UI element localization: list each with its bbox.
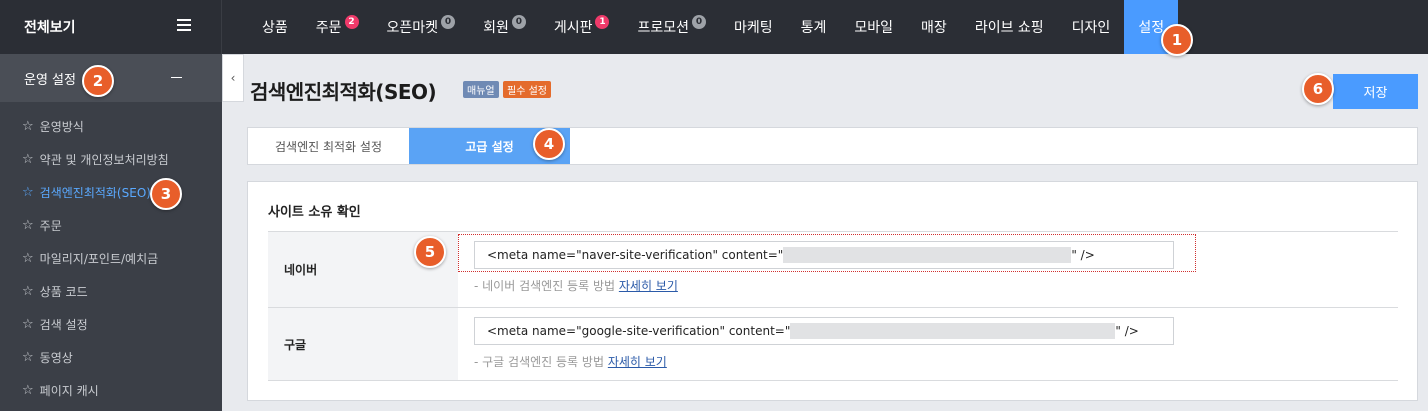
sidebar-item-label: 상품 코드 [39,285,88,299]
tab-seo-settings[interactable]: 검색엔진 최적화 설정 [248,128,409,164]
star-icon[interactable]: ☆ [22,185,34,200]
sidebar-item-label: 약관 및 개인정보처리방침 [39,153,169,167]
site-verification-panel: 사이트 소유 확인 네이버 <meta name="naver-site-ver… [247,181,1418,401]
sidebar-item-order[interactable]: ☆ 주문 [0,209,222,242]
nav-label: 게시판 [553,20,593,36]
nav-label: 마케팅 [734,20,773,36]
sidebar-item-label: 검색 설정 [39,318,88,332]
nav-label: 회원 [483,20,509,36]
callout-5: 5 [414,236,446,268]
nav-label: 통계 [800,20,827,36]
collapse-minus-icon[interactable] [171,77,182,78]
help-text: - 네이버 검색엔진 등록 방법 [474,279,616,293]
nav-label: 상품 [262,20,288,36]
all-menu-toggle[interactable]: 전체보기 [0,0,222,54]
nav-item-members[interactable]: 회원 0 [469,0,540,54]
star-icon[interactable]: ☆ [22,119,34,134]
star-icon[interactable]: ☆ [22,350,34,365]
google-label: 구글 [268,308,458,380]
manual-badge[interactable]: 매뉴얼 [463,81,499,98]
top-navigation-bar: 전체보기 상품 주문 2 오픈마켓 0 회원 0 게시판 1 프로모션 0 마케팅 통계 … [0,0,1428,54]
sidebar-collapse-button[interactable]: ‹ [222,54,244,102]
chevron-left-icon[interactable]: ‹ [231,71,236,85]
page-title: 검색엔진최적화(SEO) [250,80,437,104]
sidebar-item-terms-privacy[interactable]: ☆ 약관 및 개인정보처리방침 [0,143,222,176]
nav-label: 매장 [921,20,947,36]
tab-bar: 검색엔진 최적화 설정 고급 설정 [247,127,1418,165]
sidebar-item-label: 페이지 캐시 [39,384,99,398]
highlight-box [458,234,1196,272]
meta-prefix: <meta name="google-site-verification" co… [487,324,791,338]
nav-item-design[interactable]: 디자인 [1058,0,1125,54]
sidebar-item-label: 운영방식 [39,120,84,134]
sidebar-item-operation-mode[interactable]: ☆ 운영방식 [0,110,222,143]
callout-2: 2 [82,65,114,97]
nav-label: 디자인 [1071,20,1111,36]
star-icon[interactable]: ☆ [22,218,34,233]
sidebar-item-page-cache[interactable]: ☆ 페이지 캐시 [0,374,222,407]
nav-item-marketing[interactable]: 마케팅 [720,0,787,54]
callout-1: 1 [1161,24,1193,56]
nav-item-board[interactable]: 게시판 1 [540,0,624,54]
nav-item-openmarket[interactable]: 오픈마켓 0 [373,0,470,54]
naver-help-text: - 네이버 검색엔진 등록 방법 자세히 보기 [474,277,678,294]
sidebar-item-label: 검색엔진최적화(SEO) [39,186,151,200]
nav-label: 설정 [1138,20,1165,36]
sidebar-item-seo[interactable]: ☆ 검색엔진최적화(SEO) [0,176,222,209]
all-menu-label: 전체보기 [24,20,76,36]
notification-badge: 0 [441,15,456,29]
naver-details-link[interactable]: 자세히 보기 [619,279,678,293]
star-icon[interactable]: ☆ [22,251,34,266]
sidebar-section-title: 운영 설정 [24,72,76,88]
star-icon[interactable]: ☆ [22,152,34,167]
notification-badge: 0 [511,15,526,29]
sidebar-item-mileage[interactable]: ☆ 마일리지/포인트/예치금 [0,242,222,275]
callout-6: 6 [1302,73,1334,105]
required-settings-badge: 필수 설정 [503,81,551,98]
sidebar-item-label: 주문 [39,219,62,233]
sidebar-item-product-code[interactable]: ☆ 상품 코드 [0,275,222,308]
nav-item-mobile[interactable]: 모바일 [840,0,907,54]
nav-label: 모바일 [854,20,894,36]
nav-item-live-shopping[interactable]: 라이브 쇼핑 [961,0,1058,54]
sidebar-item-video[interactable]: ☆ 동영상 [0,341,222,374]
star-icon[interactable]: ☆ [22,383,34,398]
star-icon[interactable]: ☆ [22,317,34,332]
main-nav: 상품 주문 2 오픈마켓 0 회원 0 게시판 1 프로모션 0 마케팅 통계 모바일 매… [248,0,1179,54]
nav-label: 프로모션 [637,20,689,36]
nav-label: 오픈마켓 [386,20,439,36]
nav-item-statistics[interactable]: 통계 [787,0,841,54]
callout-3: 3 [150,178,182,210]
section-title: 사이트 소유 확인 [268,205,361,220]
sidebar-item-search-settings[interactable]: ☆ 검색 설정 [0,308,222,341]
callout-4: 4 [533,128,565,160]
nav-label: 주문 [315,20,342,36]
notification-badge: 1 [595,15,610,29]
redacted-value [790,323,1116,339]
google-help-text: - 구글 검색엔진 등록 방법 자세히 보기 [474,353,667,370]
google-details-link[interactable]: 자세히 보기 [608,355,667,369]
sidebar-menu: ☆ 운영방식 ☆ 약관 및 개인정보처리방침 ☆ 검색엔진최적화(SEO) ☆ 주문 ☆… [0,102,222,407]
notification-badge: 0 [692,15,706,29]
sidebar: 운영 설정 ☆ 운영방식 ☆ 약관 및 개인정보처리방침 ☆ 검색엔진최적화(SEO)… [0,54,222,411]
save-button[interactable]: 저장 [1333,74,1418,109]
nav-label: 라이브 쇼핑 [974,20,1044,36]
sidebar-item-label: 동영상 [39,351,73,365]
help-text: - 구글 검색엔진 등록 방법 [474,355,604,369]
notification-badge: 2 [344,15,359,29]
nav-item-promotion[interactable]: 프로모션 0 [623,0,720,54]
google-row: 구글 <meta name="google-site-verification"… [268,307,1398,381]
google-verification-input[interactable]: <meta name="google-site-verification" co… [474,317,1174,345]
meta-suffix: " /> [1115,324,1139,338]
nav-item-store[interactable]: 매장 [907,0,961,54]
nav-item-products[interactable]: 상품 [248,0,302,54]
nav-item-orders[interactable]: 주문 2 [302,0,373,54]
hamburger-icon[interactable] [177,19,191,31]
sidebar-item-label: 마일리지/포인트/예치금 [39,252,159,266]
star-icon[interactable]: ☆ [22,284,34,299]
